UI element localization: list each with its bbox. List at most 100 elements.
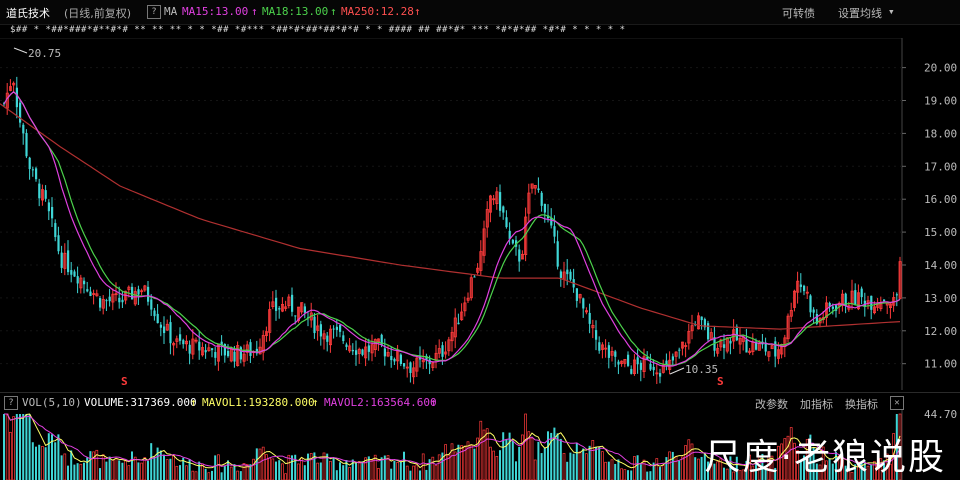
high-annotation: 20.75 bbox=[13, 47, 61, 60]
candle-body bbox=[598, 342, 601, 351]
volume-bar bbox=[220, 472, 223, 480]
volume-bar bbox=[140, 462, 143, 480]
volume-bar bbox=[297, 463, 300, 480]
candle-body bbox=[652, 366, 655, 371]
ma18-value: MA18:13.00 bbox=[262, 5, 329, 18]
volume-bar bbox=[143, 457, 147, 480]
volume-bar bbox=[217, 454, 220, 480]
watermark: 尺度·老狼说股 bbox=[704, 437, 946, 478]
volume-bar bbox=[284, 473, 287, 480]
vol-indicator-label[interactable]: VOL(5,10) bbox=[22, 396, 82, 409]
candle-body bbox=[367, 345, 370, 352]
volume-bar bbox=[60, 455, 63, 480]
candle-body bbox=[275, 297, 278, 311]
convertible-bond-button[interactable]: 可转债 bbox=[782, 5, 815, 21]
volume-bar bbox=[585, 453, 588, 480]
price-grid bbox=[0, 67, 902, 365]
chart-header: 道氏技术 (日线,前复权) ? MA MA15:13.00 ↑ MA18:13.… bbox=[0, 0, 960, 25]
candle-body bbox=[511, 239, 514, 244]
candle-body bbox=[883, 299, 886, 302]
volume-bar bbox=[453, 451, 457, 480]
volume-bar bbox=[646, 471, 649, 480]
mavol2-arrow-icon: ↑ bbox=[312, 396, 319, 409]
volume-bar bbox=[92, 451, 95, 480]
volume-bar bbox=[655, 458, 659, 480]
candle-body bbox=[335, 326, 338, 330]
close-icon[interactable]: ✕ bbox=[890, 396, 904, 410]
volume-bar bbox=[294, 454, 297, 480]
volume-bar bbox=[236, 470, 239, 480]
ma250-arrow-icon: ↑ bbox=[414, 5, 421, 18]
candle-body bbox=[86, 289, 89, 292]
candle-body bbox=[204, 350, 207, 353]
volume-bar bbox=[434, 465, 438, 480]
sell-signal-marker[interactable]: S bbox=[121, 375, 128, 388]
candle-body bbox=[105, 300, 108, 302]
volume-bar bbox=[86, 457, 89, 480]
volume-bar bbox=[165, 459, 169, 480]
candle-body bbox=[649, 363, 652, 370]
volume-bar bbox=[460, 445, 463, 480]
volume-bar bbox=[54, 442, 57, 480]
volume-bar bbox=[332, 457, 335, 480]
sell-signal-marker[interactable]: S bbox=[717, 375, 724, 388]
volume-bar bbox=[627, 470, 629, 480]
volume-bar bbox=[309, 453, 313, 480]
volume-bar bbox=[300, 457, 303, 480]
volume-bar bbox=[227, 460, 229, 480]
ma15-arrow-icon: ↑ bbox=[251, 5, 258, 18]
candle-body bbox=[342, 335, 345, 342]
volume-bar bbox=[547, 431, 549, 480]
volume-axis-label: 44.70 bbox=[924, 410, 957, 421]
candle-body bbox=[639, 362, 642, 370]
set-ma-button[interactable]: 设置均线 bbox=[838, 5, 882, 21]
stock-name[interactable]: 道氏技术 bbox=[6, 5, 50, 21]
help-icon[interactable]: ? bbox=[147, 5, 161, 19]
event-markers[interactable]: $## * *##*###*#**#*# ** ** ** * * *## *#… bbox=[10, 25, 626, 35]
candle-body bbox=[355, 350, 358, 355]
volume-bar bbox=[601, 451, 604, 480]
price-chart[interactable]: 20.00 19.00 18.00 17.00 16.00 15.00 14.00 13.00… bbox=[0, 38, 960, 390]
candle-body bbox=[595, 330, 598, 340]
volume-bar bbox=[674, 456, 678, 480]
volume-bar bbox=[19, 414, 21, 480]
volume-bar bbox=[307, 453, 309, 480]
ma18-line bbox=[3, 90, 901, 366]
help-icon[interactable]: ? bbox=[4, 396, 18, 410]
volume-bar bbox=[47, 433, 50, 480]
candle-body bbox=[319, 324, 322, 337]
chevron-down-icon[interactable]: ▾ bbox=[888, 5, 895, 18]
volume-bar bbox=[543, 447, 546, 480]
volume-bar bbox=[275, 461, 277, 480]
volume-bar bbox=[499, 450, 501, 480]
volume-bar bbox=[233, 464, 236, 480]
volume-bar bbox=[108, 456, 111, 480]
volume-bar bbox=[428, 459, 431, 480]
candle-body bbox=[575, 288, 578, 301]
volume-value: VOLUME:317369.000 bbox=[84, 396, 197, 409]
mavol1-value: MAVOL1:193280.000 bbox=[202, 396, 315, 409]
volume-bar bbox=[578, 451, 582, 480]
volume-bar bbox=[553, 427, 556, 480]
candle-body bbox=[812, 309, 815, 313]
candle-body bbox=[83, 280, 86, 285]
volume-bar bbox=[610, 459, 614, 480]
volume-bar bbox=[252, 458, 255, 480]
volume-bar bbox=[537, 441, 540, 480]
candle-body bbox=[44, 190, 47, 199]
volume-bar bbox=[665, 457, 668, 480]
volume-bar bbox=[169, 458, 172, 480]
candle-body bbox=[332, 328, 335, 330]
price-axis-label: 13.00 bbox=[924, 292, 957, 305]
candle-body bbox=[99, 298, 102, 308]
candle-body bbox=[399, 354, 402, 365]
volume-bar bbox=[409, 470, 412, 480]
volume-bar bbox=[697, 458, 700, 480]
volume-bar bbox=[278, 460, 281, 480]
candle-body bbox=[214, 352, 217, 358]
period-label[interactable]: (日线,前复权) bbox=[64, 5, 131, 21]
volume-bar bbox=[649, 471, 652, 480]
volume-bar bbox=[642, 459, 646, 480]
low-label: 10.35 bbox=[685, 363, 718, 376]
volume-bar bbox=[329, 460, 332, 480]
